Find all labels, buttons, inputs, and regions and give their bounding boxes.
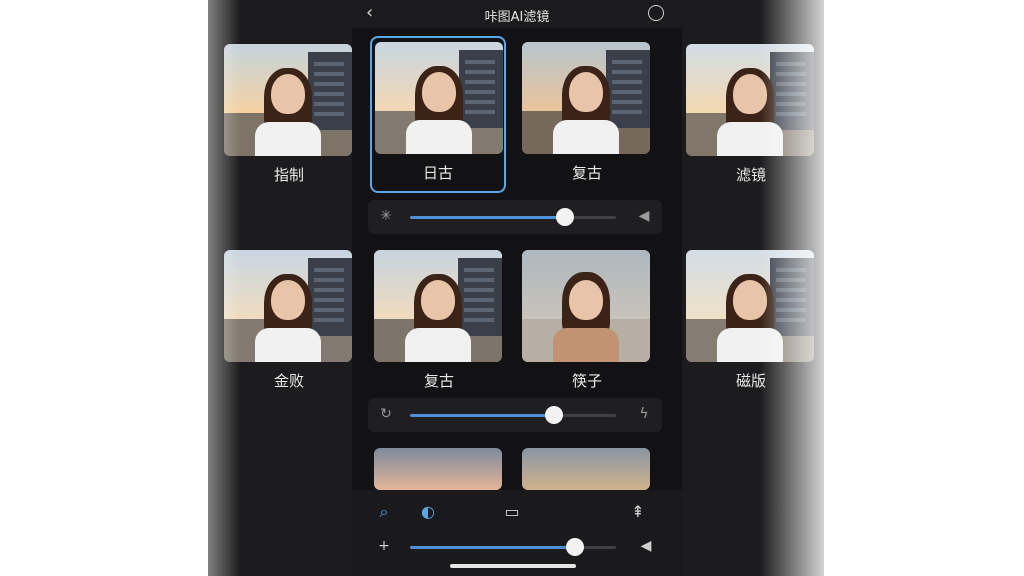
bottom-slider[interactable]: + ◀ (368, 532, 662, 562)
filter-card-3[interactable]: 复古 (374, 250, 504, 391)
filter-label-3: 复古 (423, 372, 454, 390)
filter-thumb-2 (522, 42, 650, 154)
slider-fill-1 (410, 216, 565, 219)
right-fade-overlay (760, 0, 1024, 576)
phone-screen: ‹ 咔图AI滤镜 日古 复古 ✳ ◀ 复古 筷子 ↻ ϟ ⌕ ◐ ▭ ⇞ + ◀ (352, 0, 682, 576)
plus-icon[interactable]: + (376, 538, 392, 554)
filter-thumb-1 (375, 42, 503, 154)
sparkle-icon: ✳ (380, 208, 392, 224)
slider-track-1[interactable] (410, 216, 616, 219)
filter-card-1[interactable]: 日古 (370, 36, 506, 193)
filter-label-1: 日古 (422, 164, 453, 182)
bottom-slider-knob[interactable] (566, 538, 584, 556)
left-filter-thumb-2 (224, 250, 352, 362)
left-filter-card-2: 金败 (224, 250, 354, 391)
speaker-icon[interactable]: ◀ (638, 538, 654, 554)
filter-thumb-3 (374, 250, 502, 362)
filter-label-4: 筷子 (571, 372, 602, 390)
home-indicator (450, 564, 576, 568)
left-filter-card-1: 指制 (224, 44, 354, 185)
filter-card-4[interactable]: 筷子 (522, 250, 652, 391)
adjust-icon[interactable]: ⇞ (628, 502, 648, 522)
slider-track-2[interactable] (410, 414, 616, 417)
slider-knob-1[interactable] (556, 208, 574, 226)
bottom-slider-track[interactable] (410, 546, 616, 549)
speaker-icon[interactable]: ◀ (636, 208, 652, 224)
bottom-toolbar: ⌕ ◐ ▭ ⇞ + ◀ (352, 490, 682, 576)
intensity-slider-2[interactable]: ↻ ϟ (368, 398, 662, 432)
search-icon[interactable]: ⌕ (374, 502, 394, 522)
slider-fill-2 (410, 414, 554, 417)
lightning-icon[interactable]: ϟ (636, 406, 652, 422)
top-bar: ‹ 咔图AI滤镜 (352, 0, 682, 28)
screen-icon[interactable]: ▭ (502, 502, 522, 522)
left-filter-thumb-1 (224, 44, 352, 156)
circle-icon[interactable] (648, 5, 664, 21)
shield-icon[interactable]: ◐ (418, 502, 438, 522)
filter-label-2: 复古 (571, 164, 602, 182)
filter-thumb-4 (522, 250, 650, 362)
rotate-icon: ↻ (380, 406, 392, 422)
bottom-slider-fill (410, 546, 575, 549)
slider-knob-2[interactable] (545, 406, 563, 424)
filter-thumb-6[interactable] (522, 448, 650, 490)
left-fade-overlay (0, 0, 240, 576)
intensity-slider-1[interactable]: ✳ ◀ (368, 200, 662, 234)
left-filter-label-1: 指制 (273, 166, 304, 184)
filter-card-2[interactable]: 复古 (522, 42, 652, 183)
filter-thumb-5[interactable] (374, 448, 502, 490)
left-filter-label-2: 金败 (273, 372, 304, 390)
page-title: 咔图AI滤镜 (484, 10, 550, 25)
